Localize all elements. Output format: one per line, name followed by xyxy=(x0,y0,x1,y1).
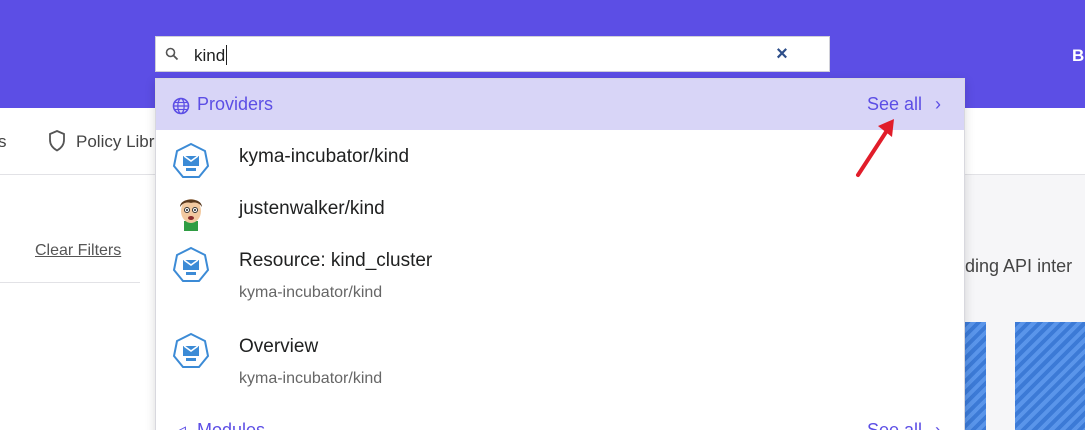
section-title: Providers xyxy=(197,94,274,114)
result-item[interactable]: kyma-incubator/kind xyxy=(156,131,964,183)
kubernetes-icon xyxy=(172,142,210,178)
chevron-right-icon[interactable]: › xyxy=(935,420,941,430)
chevron-right-icon[interactable]: › xyxy=(935,94,941,115)
section-title: Modules xyxy=(197,420,266,430)
globe-icon xyxy=(172,97,190,115)
result-item[interactable]: justenwalker/kind xyxy=(156,183,964,235)
search-query-text: kind xyxy=(194,46,226,65)
clear-filters-link[interactable]: Clear Filters xyxy=(35,242,121,260)
kubernetes-icon xyxy=(172,332,210,368)
result-name: Overview xyxy=(239,336,319,357)
result-item[interactable]: Overview kyma-incubator/kind xyxy=(156,321,964,407)
background-text: nding API inter xyxy=(955,256,1073,276)
result-subtitle: kyma-incubator/kind xyxy=(239,284,383,301)
promo-card[interactable] xyxy=(1015,322,1085,430)
nav-item-policy-library[interactable]: Policy Libr xyxy=(76,132,154,152)
search-icon xyxy=(165,47,179,61)
search-box[interactable]: kind × xyxy=(155,36,830,72)
annotation-arrow-icon xyxy=(856,119,894,177)
header-right-text[interactable]: B xyxy=(1072,46,1084,66)
result-subtitle: kyma-incubator/kind xyxy=(239,370,383,387)
close-icon[interactable]: × xyxy=(773,44,791,64)
kubernetes-icon xyxy=(172,246,210,282)
providers-section-header: Providers See all › xyxy=(156,79,964,130)
divider xyxy=(0,282,140,283)
search-results-dropdown: Providers See all › kyma-incubator/kind … xyxy=(155,78,965,430)
module-icon: ◁ xyxy=(172,422,186,430)
result-name: justenwalker/kind xyxy=(239,198,385,219)
avatar xyxy=(180,199,202,231)
search-input[interactable]: kind xyxy=(194,45,228,66)
result-name: Resource: kind_cluster xyxy=(239,250,433,271)
see-all-link[interactable]: See all xyxy=(867,420,922,430)
promo-card[interactable] xyxy=(965,322,986,430)
result-item[interactable]: Resource: kind_cluster kyma-incubator/ki… xyxy=(156,235,964,321)
result-name: kyma-incubator/kind xyxy=(239,146,410,167)
text-caret xyxy=(226,45,228,65)
see-all-link[interactable]: See all xyxy=(867,94,922,115)
shield-icon xyxy=(49,130,65,152)
nav-item-fragment[interactable]: s xyxy=(0,132,7,152)
